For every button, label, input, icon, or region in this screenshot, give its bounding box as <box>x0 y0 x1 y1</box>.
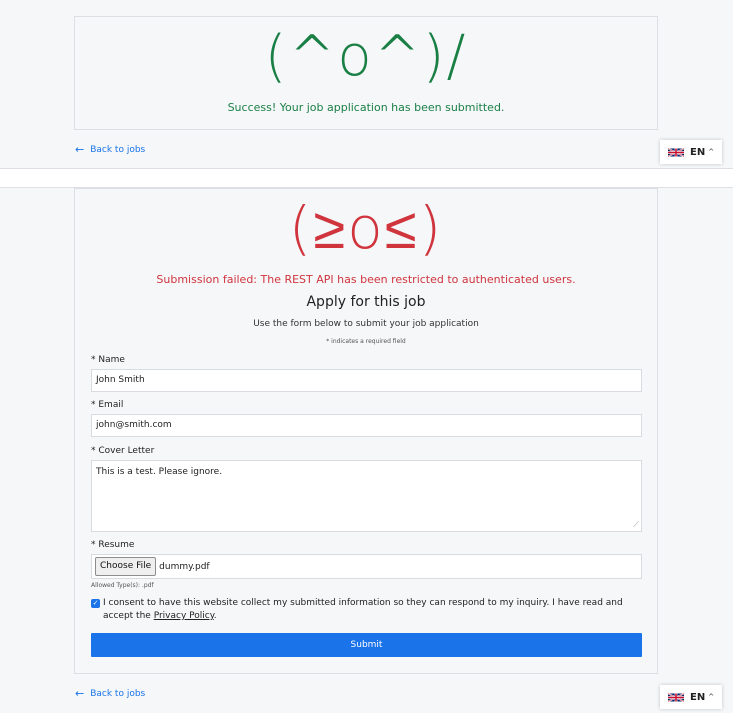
back-to-jobs-link-bottom[interactable]: ← Back to jobs <box>75 688 145 699</box>
back-to-jobs-link-top[interactable]: ← Back to jobs <box>75 144 145 155</box>
arrow-left-icon: ← <box>75 143 85 156</box>
consent-suffix: . <box>213 611 217 621</box>
application-form-panel: (≥o≤) Submission failed: The REST API ha… <box>74 188 658 674</box>
back-link-label: Back to jobs <box>90 144 146 155</box>
email-label: * Email <box>91 400 124 410</box>
resize-grip-icon[interactable]: ⟋ <box>633 521 639 529</box>
cover-letter-label: * Cover Letter <box>91 446 155 456</box>
cover-letter-textarea[interactable]: This is a test. Please ignore. ⟋ <box>91 460 642 532</box>
name-label: * Name <box>91 355 125 365</box>
success-panel: (^o^)/ Success! Your job application has… <box>74 16 658 130</box>
resume-label: * Resume <box>91 540 135 550</box>
consent-checkbox[interactable]: ✓ <box>91 599 100 608</box>
form-title: Apply for this job <box>306 294 426 310</box>
form-subtitle: Use the form below to submit your job ap… <box>253 319 479 329</box>
choose-file-button[interactable]: Choose File <box>95 557 157 576</box>
uk-flag-icon <box>668 147 684 157</box>
arrow-left-icon: ← <box>75 687 85 700</box>
fail-emoticon: (≥o≤) <box>288 194 444 262</box>
name-field[interactable]: John Smith <box>91 369 642 392</box>
language-switcher-bottom[interactable]: EN ^ <box>660 685 722 709</box>
chevron-up-icon: ^ <box>708 148 715 156</box>
required-note: * indicates a required field <box>326 338 406 345</box>
uk-flag-icon <box>668 692 684 702</box>
resume-file-input: Choose File dummy.pdf <box>91 554 642 579</box>
allowed-types-note: Allowed Type(s): .pdf <box>91 582 154 589</box>
email-field[interactable]: john@smith.com <box>91 414 642 437</box>
chevron-up-icon: ^ <box>708 693 715 701</box>
back-link-label: Back to jobs <box>90 688 146 699</box>
success-emoticon: (^o^)/ <box>264 24 468 89</box>
error-message: Submission failed: The REST API has been… <box>156 273 576 286</box>
cover-letter-text: This is a test. Please ignore. <box>96 467 223 477</box>
selected-file-name: dummy.pdf <box>159 561 210 572</box>
consent-text-block: I consent to have this website collect m… <box>103 597 643 623</box>
language-code: EN <box>690 691 706 703</box>
language-switcher-top[interactable]: EN ^ <box>660 140 722 164</box>
privacy-policy-link[interactable]: Privacy Policy <box>154 611 214 621</box>
language-code: EN <box>690 146 706 158</box>
success-message: Success! Your job application has been s… <box>227 101 505 114</box>
section-divider <box>0 168 733 188</box>
submit-button[interactable]: Submit <box>91 633 642 657</box>
